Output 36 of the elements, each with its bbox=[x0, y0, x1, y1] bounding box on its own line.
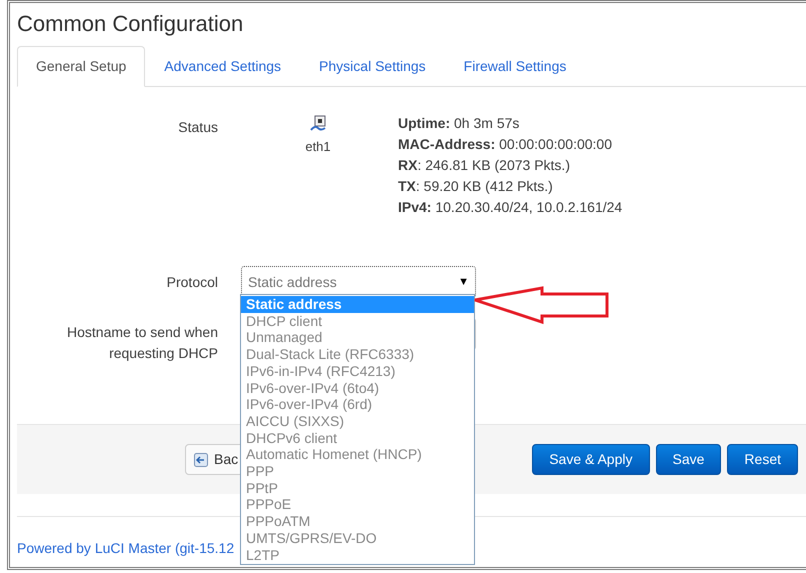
dropdown-option[interactable]: DHCPv6 client bbox=[241, 430, 474, 446]
dropdown-option[interactable]: UMTS/GPRS/EV-DO bbox=[241, 530, 474, 547]
dropdown-option[interactable]: PPtP bbox=[241, 480, 474, 496]
action-button[interactable]: Save & Apply bbox=[532, 444, 650, 475]
page-title: Common Configuration bbox=[17, 10, 244, 38]
tab[interactable]: General Setup bbox=[17, 46, 146, 87]
dropdown-option[interactable]: Automatic Homenet (HNCP) bbox=[241, 446, 474, 464]
status-line: TX: 59.20 KB (412 Pkts.) bbox=[398, 177, 553, 196]
dropdown-option[interactable]: Static address bbox=[241, 296, 474, 313]
status-line: Uptime: 0h 3m 57s bbox=[398, 114, 520, 133]
tab[interactable]: Physical Settings bbox=[300, 46, 445, 86]
status-line: MAC-Address: 00:00:00:00:00:00 bbox=[398, 135, 612, 154]
footer-link[interactable]: Powered by LuCI Master (git-15.12 bbox=[17, 540, 234, 556]
dropdown-option[interactable]: Dual-Stack Lite (RFC6333) bbox=[241, 346, 474, 363]
action-button[interactable]: Reset bbox=[727, 444, 798, 475]
device-name: eth1 bbox=[305, 138, 331, 156]
tab[interactable]: Advanced Settings bbox=[145, 46, 300, 86]
field-label: Status bbox=[177, 118, 218, 137]
dropdown-option[interactable]: AICCU (SIXXS) bbox=[241, 412, 474, 430]
dropdown-option[interactable]: IPv6-over-IPv4 (6rd) bbox=[241, 396, 474, 413]
network-card-icon bbox=[309, 115, 327, 133]
dropdown-option[interactable]: PPPoATM bbox=[241, 513, 474, 530]
dropdown-option[interactable]: Unmanaged bbox=[241, 329, 474, 346]
action-button[interactable]: Save bbox=[656, 444, 722, 475]
field-label: Hostname to send when requesting DHCP bbox=[66, 323, 218, 363]
field-label: Protocol bbox=[166, 272, 218, 292]
status-line: RX: 246.81 KB (2073 Pkts.) bbox=[398, 156, 570, 175]
status-line: IPv4: 10.20.30.40/24, 10.0.2.161/24 bbox=[398, 198, 622, 217]
back-icon bbox=[194, 452, 208, 466]
dropdown-option[interactable]: IPv6-in-IPv4 (RFC4213) bbox=[241, 362, 474, 380]
dropdown-option[interactable]: IPv6-over-IPv4 (6to4) bbox=[241, 380, 474, 396]
dropdown-option[interactable]: PPP bbox=[241, 463, 474, 480]
dropdown-option[interactable]: DHCP client bbox=[241, 312, 474, 330]
tab[interactable]: Firewall Settings bbox=[444, 46, 586, 86]
dropdown-option[interactable]: PPPoE bbox=[241, 496, 474, 514]
dropdown-option[interactable]: L2TP bbox=[241, 546, 474, 564]
